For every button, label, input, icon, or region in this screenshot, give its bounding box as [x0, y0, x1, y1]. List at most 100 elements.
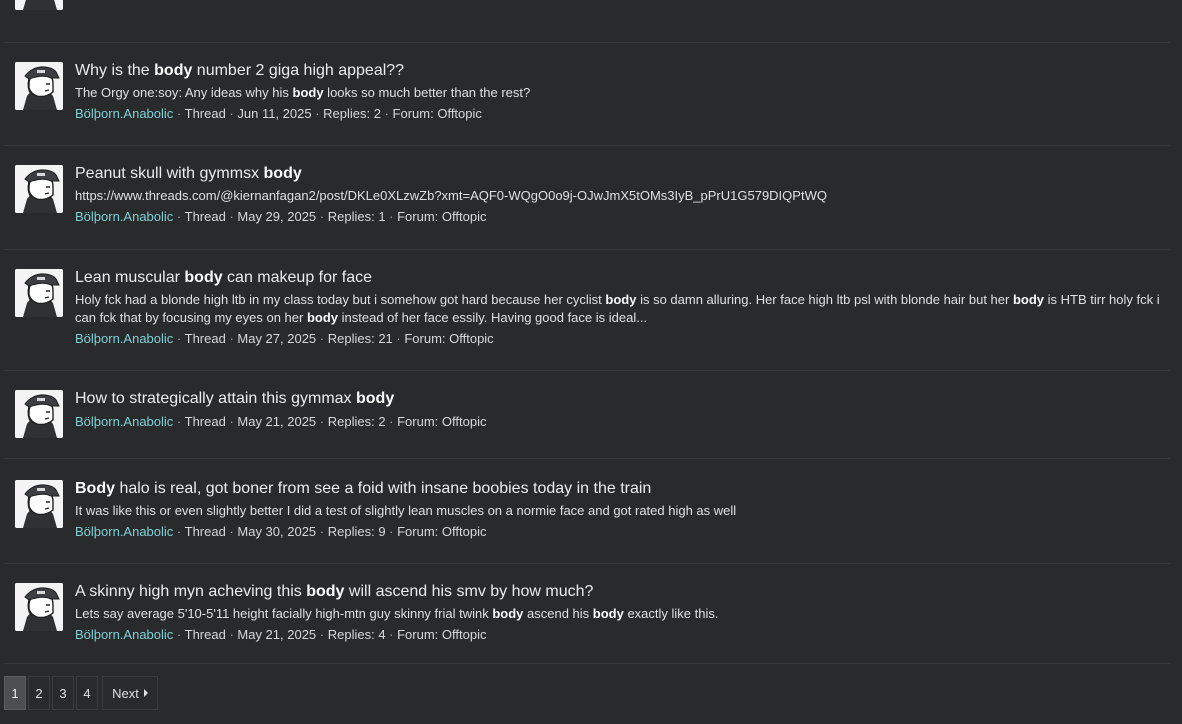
search-highlight: body — [263, 165, 302, 182]
content-type: Thread — [184, 524, 226, 539]
avatar[interactable] — [15, 480, 63, 528]
meta-separator: · — [225, 331, 238, 346]
search-highlight: body — [605, 292, 637, 307]
search-result: Body halo is real, got boner from see a … — [4, 458, 1170, 564]
text-run: can makeup for face — [222, 269, 373, 286]
text-run: Lets say average 5'10-5'11 height facial… — [75, 606, 493, 621]
meta-separator: · — [225, 106, 238, 121]
meta-separator: · — [392, 331, 405, 346]
content-type: Thread — [184, 414, 226, 429]
text-run: Holy fck had a blonde high ltb in my cla… — [75, 292, 606, 307]
page-button-4[interactable]: 4 — [76, 676, 98, 710]
text-run: Lean muscular — [75, 269, 185, 286]
avatar[interactable] — [15, 583, 63, 631]
text-run: A skinny high myn acheving this — [75, 583, 307, 600]
meta-separator: · — [316, 524, 328, 539]
text-run: It was like this or even slightly better… — [75, 503, 737, 518]
avatar[interactable] — [15, 0, 63, 10]
reply-count: Replies: 2 — [323, 106, 381, 121]
result-title-link[interactable]: Why is the body number 2 giga high appea… — [75, 60, 1162, 82]
text-run: https://www.threads.com/@kiernanfagan2/p… — [75, 188, 827, 203]
text-run: instead of her face essily. Having good … — [338, 310, 648, 325]
reply-count: Replies: 1 — [327, 209, 386, 224]
result-snippet: https://www.threads.com/@kiernanfagan2/p… — [75, 187, 1162, 205]
post-date: Jun 11, 2025 — [237, 106, 312, 121]
result-title-link[interactable]: A skinny high myn acheving this body wil… — [75, 581, 1162, 603]
text-run: number 2 giga high appeal?? — [192, 62, 405, 79]
search-highlight: body — [154, 62, 193, 79]
avatar-image — [15, 165, 63, 213]
result-title-link[interactable]: Lean muscular body can makeup for face — [75, 267, 1162, 289]
page-button-3[interactable]: 3 — [52, 676, 74, 710]
avatar[interactable] — [15, 269, 63, 317]
forum-link[interactable]: Forum: Offtopic — [404, 331, 493, 346]
result-content: A skinny high myn acheving this body wil… — [75, 581, 1162, 644]
forum-link[interactable]: Forum: Offtopic — [393, 106, 482, 121]
post-date: May 27, 2025 — [237, 331, 317, 346]
search-highlight: Body — [75, 480, 115, 497]
meta-separator: · — [173, 414, 185, 429]
meta-separator: · — [316, 414, 328, 429]
post-date: May 29, 2025 — [237, 209, 317, 224]
result-meta: Bölþorn.Anabolic · Thread · May 29, 2025… — [75, 208, 1162, 226]
search-result: Lean muscular body can makeup for face Ho… — [4, 249, 1170, 371]
forum-link[interactable]: Forum: Offtopic — [397, 627, 486, 642]
username-link[interactable]: Bölþorn.Anabolic — [75, 106, 173, 121]
result-meta: Bölþorn.Anabolic · Thread · Jun 11, 2025… — [75, 105, 1162, 123]
avatar[interactable] — [15, 62, 63, 110]
avatar-image — [15, 390, 63, 438]
forum-link[interactable]: Forum: Offtopic — [397, 524, 486, 539]
result-content: Why is the body number 2 giga high appea… — [75, 60, 1162, 123]
text-run: ascend his — [523, 606, 593, 621]
text-run: Why is the — [75, 62, 155, 79]
result-snippet: The Orgy one:soy: Any ideas why his body… — [75, 84, 1162, 102]
page-button-2[interactable]: 2 — [28, 676, 50, 710]
avatar-image — [15, 0, 63, 10]
result-title-link[interactable]: How to strategically attain this gymmax … — [75, 388, 1162, 410]
avatar[interactable] — [15, 165, 63, 213]
post-date: May 30, 2025 — [237, 524, 317, 539]
username-link[interactable]: Bölþorn.Anabolic — [75, 524, 173, 539]
username-link[interactable]: Bölþorn.Anabolic — [75, 627, 173, 642]
result-meta: Bölþorn.Anabolic · Thread · May 30, 2025… — [75, 523, 1162, 541]
meta-separator: · — [316, 209, 328, 224]
meta-separator: · — [316, 331, 328, 346]
reply-count: Replies: 9 — [327, 524, 386, 539]
content-type: Thread — [184, 209, 226, 224]
search-highlight: body — [492, 606, 524, 621]
avatar[interactable] — [15, 390, 63, 438]
meta-separator: · — [225, 209, 238, 224]
next-page-label: Next — [112, 685, 139, 701]
result-snippet: Holy fck had a blonde high ltb in my cla… — [75, 291, 1162, 327]
search-result: Peanut skull with gymmsx body https://www… — [4, 145, 1170, 250]
username-link[interactable]: Bölþorn.Anabolic — [75, 209, 173, 224]
meta-separator: · — [380, 106, 393, 121]
text-run: will ascend his smv by how much? — [344, 583, 594, 600]
text-run: Peanut skull with gymmsx — [75, 165, 264, 182]
result-title-link[interactable]: Peanut skull with gymmsx body — [75, 163, 1162, 185]
search-highlight: body — [1012, 292, 1045, 307]
search-result: Why is the body number 2 giga high appea… — [4, 42, 1170, 146]
meta-separator: · — [225, 524, 238, 539]
username-link[interactable]: Bölþorn.Anabolic — [75, 331, 173, 346]
search-result: Bölþorn.Anabolic · Thread · Jun 15, 2025… — [4, 0, 1170, 43]
meta-separator: · — [385, 414, 398, 429]
text-run: How to strategically attain this gymmax — [75, 390, 356, 407]
forum-link[interactable]: Forum: Offtopic — [397, 414, 486, 429]
reply-count: Replies: 2 — [327, 414, 386, 429]
meta-separator: · — [173, 524, 185, 539]
meta-separator: · — [173, 627, 185, 642]
meta-separator: · — [311, 106, 324, 121]
next-page-button[interactable]: Next — [102, 676, 158, 710]
meta-separator: · — [385, 524, 398, 539]
search-highlight: body — [184, 269, 223, 286]
result-title-link[interactable]: Body halo is real, got boner from see a … — [75, 478, 1162, 500]
avatar-image — [15, 583, 63, 631]
forum-link[interactable]: Forum: Offtopic — [397, 209, 486, 224]
result-snippet: It was like this or even slightly better… — [75, 502, 1162, 520]
result-content: Peanut skull with gymmsx body https://www… — [75, 163, 1162, 226]
post-date: May 21, 2025 — [237, 627, 317, 642]
text-run: looks so much better than the rest? — [323, 85, 531, 100]
page-button-1[interactable]: 1 — [4, 676, 26, 710]
username-link[interactable]: Bölþorn.Anabolic — [75, 414, 173, 429]
